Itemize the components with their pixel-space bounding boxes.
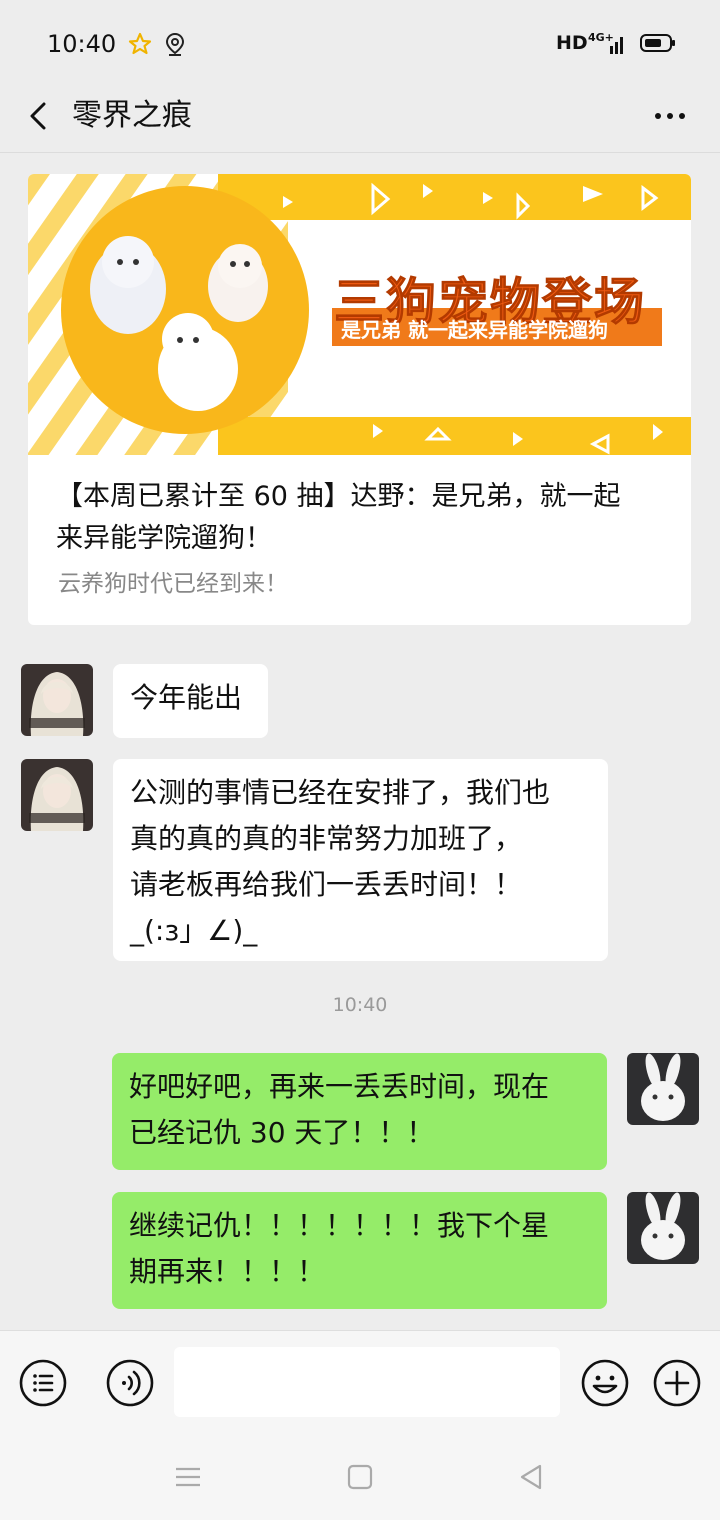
more-dots-icon[interactable] [646, 92, 694, 140]
message-text: 今年能出 [130, 681, 243, 714]
banner-subtitle: 是兄弟 就一起来异能学院遛狗 [341, 318, 608, 342]
article-summary: 云养狗时代已经到来！ [58, 571, 288, 597]
location-icon [165, 32, 185, 56]
emoji-icon[interactable] [580, 1358, 630, 1408]
chat-timestamp: 10:40 [332, 994, 388, 1016]
message-text-line: 好吧好吧，再来一丢丢时间，现在 [129, 1070, 550, 1103]
rabbit-avatar-icon [627, 1192, 699, 1264]
battery-icon [640, 34, 675, 52]
message-text-line: 继续记仇！！！！！！！我下个星 [129, 1209, 550, 1242]
chevron-left-icon[interactable] [22, 92, 62, 140]
rabbit-avatar-icon [627, 1053, 699, 1125]
my-avatar[interactable] [627, 1192, 699, 1264]
message-input[interactable] [174, 1347, 560, 1417]
my-avatar[interactable] [627, 1053, 699, 1125]
message-bubble-incoming[interactable]: 公测的事情已经在安排了，我们也 真的真的真的非常努力加班了， 请老板再给我们一丢… [113, 759, 608, 961]
chat-header: 零界之痕 [0, 80, 720, 153]
message-composer [0, 1330, 720, 1435]
article-title-line-1: 【本周已累计至 60 抽】达野：是兄弟，就一起 [56, 481, 621, 512]
chat-title: 零界之痕 [72, 98, 192, 133]
home-icon[interactable] [343, 1460, 377, 1494]
message-text-line: 真的真的真的非常努力加班了， [130, 822, 523, 855]
article-card[interactable]: 三狗宠物登场 是兄弟 就一起来异能学院遛狗 【本周已累计至 60 抽】达野：是兄… [28, 174, 691, 625]
contact-avatar[interactable] [21, 759, 93, 831]
message-text-line: 请老板再给我们一丢丢时间！！ [130, 868, 523, 901]
voice-icon[interactable] [105, 1358, 155, 1408]
message-text-line: 期再来！！！！ [129, 1255, 326, 1288]
recent-apps-icon[interactable] [171, 1460, 205, 1494]
menu-list-icon[interactable] [18, 1358, 68, 1408]
status-time: 10:40 [47, 30, 117, 58]
back-triangle-icon[interactable] [514, 1460, 548, 1494]
contact-avatar[interactable] [21, 664, 93, 736]
plus-icon[interactable] [652, 1358, 702, 1408]
message-bubble-outgoing[interactable]: 继续记仇！！！！！！！我下个星 期再来！！！！ [112, 1192, 607, 1309]
anime-girl-avatar-icon [21, 664, 93, 736]
system-navigation-bar [0, 1434, 720, 1520]
signal-icon [610, 37, 623, 54]
status-bar: 10:40 HD 4G+ [0, 0, 720, 80]
message-text-line: _(:з」∠)_ [130, 914, 258, 947]
message-bubble-outgoing[interactable]: 好吧好吧，再来一丢丢时间，现在 已经记仇 30 天了！！！ [112, 1053, 607, 1170]
network-hd-label: HD [556, 32, 588, 54]
article-title-line-2: 来异能学院遛狗！ [56, 523, 272, 554]
message-text-line: 公测的事情已经在安排了，我们也 [130, 776, 551, 809]
article-title: 【本周已累计至 60 抽】达野：是兄弟，就一起 来异能学院遛狗！ [56, 476, 668, 560]
message-text-line: 已经记仇 30 天了！！！ [129, 1116, 435, 1149]
message-bubble-incoming[interactable]: 今年能出 [113, 664, 268, 738]
star-icon [128, 32, 152, 55]
anime-girl-avatar-icon [21, 759, 93, 831]
